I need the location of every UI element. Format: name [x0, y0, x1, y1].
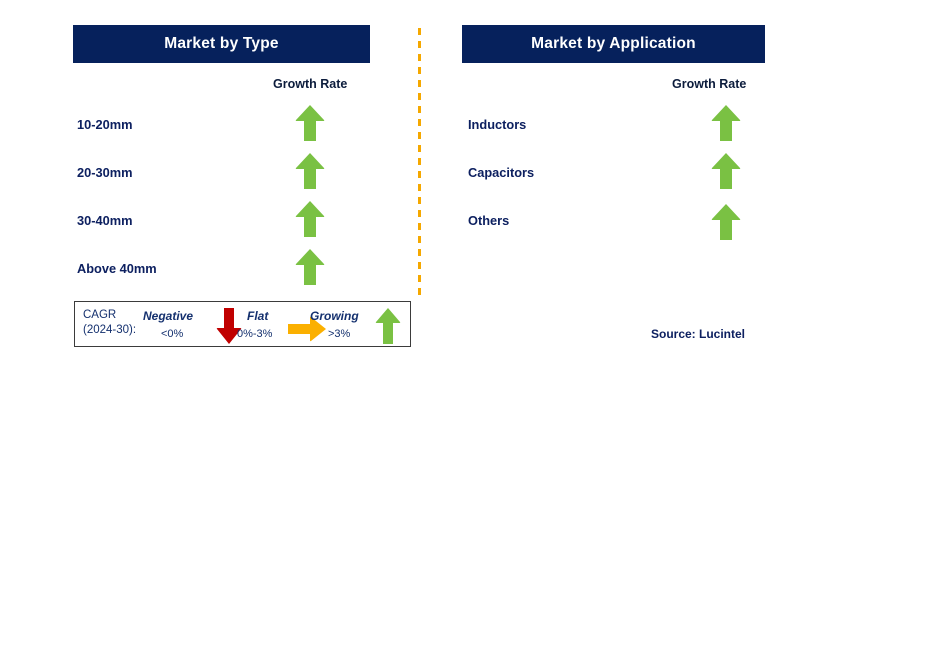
arrow-up-icon [710, 203, 742, 241]
legend-title-line-1: CAGR [83, 309, 117, 321]
row-label-inductors: Inductors [468, 117, 527, 132]
row-label-10-20mm: 10-20mm [77, 117, 133, 132]
arrow-up-icon [294, 152, 326, 190]
arrow-up-icon [710, 152, 742, 190]
legend-term-growing: Growing [310, 309, 359, 323]
growth-rate-label-application: Growth Rate [672, 77, 747, 91]
legend-title-line-2: (2024-30): [83, 324, 137, 336]
panel-header-market-by-application-label: Market by Application [531, 35, 696, 52]
legend-term-flat: Flat [247, 309, 269, 323]
legend-range-negative: <0% [161, 328, 184, 340]
row-label-capacitors: Capacitors [468, 165, 535, 180]
legend-term-negative: Negative [143, 309, 194, 323]
panel-header-market-by-type-label: Market by Type [164, 35, 279, 52]
arrow-up-icon [294, 200, 326, 238]
panel-header-market-by-application: Market by Application [462, 25, 765, 63]
source-note: Source: Lucintel [651, 327, 746, 341]
row-label-others: Others [468, 213, 510, 228]
arrow-up-icon [294, 248, 326, 286]
legend-cagr-box: CAGR (2024-30): Negative <0% Flat 0%-3% … [74, 301, 411, 347]
panel-header-market-by-type: Market by Type [73, 25, 370, 63]
row-label-20-30mm: 20-30mm [77, 165, 133, 180]
panel-divider-dashed [418, 28, 421, 298]
arrow-up-icon [710, 104, 742, 142]
arrow-up-icon [375, 307, 401, 345]
row-label-30-40mm: 30-40mm [77, 213, 133, 228]
legend-title: CAGR (2024-30): [83, 308, 136, 338]
legend-range-flat: 0%-3% [237, 328, 273, 340]
legend-range-growing: >3% [328, 328, 351, 340]
row-label-above-40mm: Above 40mm [77, 261, 157, 276]
slide-canvas: Market by Type Growth Rate 10-20mm 20-30… [0, 0, 945, 653]
growth-rate-label-type: Growth Rate [273, 77, 348, 91]
arrow-up-icon [294, 104, 326, 142]
